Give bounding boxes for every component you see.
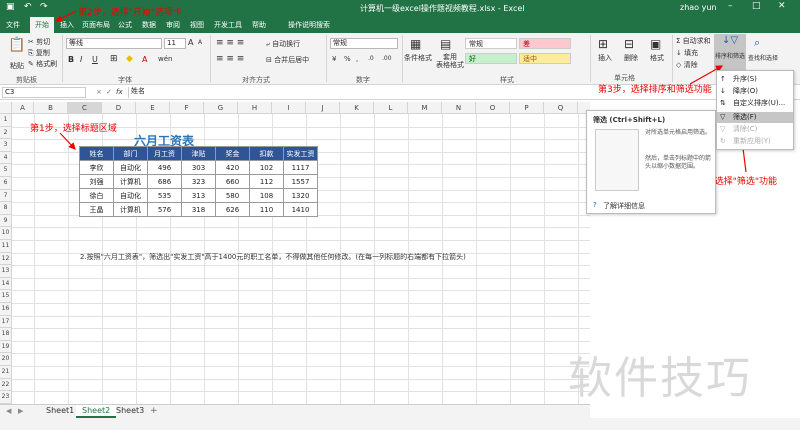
sort-asc-icon: ↑ xyxy=(720,75,726,83)
scroll-left-icon[interactable]: ◀ xyxy=(6,407,11,415)
menu-item-ascending[interactable]: ↑ 升序(S) xyxy=(717,74,793,85)
filter-tooltip: 筛选 (Ctrl+Shift+L) 对所选单元格启用筛选。 然后，单击列标题中的… xyxy=(586,110,716,214)
learn-more-link[interactable]: 了解详细信息 xyxy=(603,201,645,211)
watermark-text: 软件技巧 xyxy=(568,353,752,404)
tooltip-line2: 然后，单击列标题中的箭头以缩小数据范围。 xyxy=(645,155,712,170)
custom-sort-icon: ⇅ xyxy=(720,99,726,107)
reapply-icon: ↻ xyxy=(720,137,726,145)
filter-icon: ▽ xyxy=(720,113,726,121)
tooltip-line1: 对所选单元格启用筛选。 xyxy=(645,129,712,136)
menu-label: 自定义排序(U)... xyxy=(733,99,786,107)
status-bar xyxy=(0,418,800,430)
sort-desc-icon: ↓ xyxy=(720,87,726,95)
menu-label: 清除(C) xyxy=(733,125,758,133)
help-icon: ? xyxy=(593,201,597,209)
scroll-right-icon[interactable]: ▶ xyxy=(18,407,23,415)
menu-item-clear[interactable]: ▽ 清除(C) xyxy=(717,124,793,135)
add-sheet-button[interactable]: + xyxy=(150,406,158,416)
sheet-tab-sheet1[interactable]: Sheet1 xyxy=(40,405,80,418)
menu-label: 降序(O) xyxy=(733,87,758,95)
menu-item-filter[interactable]: ▽ 筛选(F) xyxy=(717,112,793,123)
sheet-tab-sheet3[interactable]: Sheet3 xyxy=(110,405,150,418)
menu-label: 筛选(F) xyxy=(733,113,757,121)
menu-item-descending[interactable]: ↓ 降序(O) xyxy=(717,86,793,97)
tooltip-title: 筛选 (Ctrl+Shift+L) xyxy=(593,116,666,124)
menu-label: 升序(S) xyxy=(733,75,757,83)
step2-arrow xyxy=(54,10,77,22)
clear-filter-icon: ▽ xyxy=(720,125,726,133)
menu-item-custom-sort[interactable]: ⇅ 自定义排序(U)... xyxy=(717,98,793,109)
tooltip-preview-image xyxy=(595,129,639,191)
step1-arrow xyxy=(59,132,76,150)
sheet-tab-bar: ◀ ▶ Sheet1 Sheet2 Sheet3 + xyxy=(0,404,590,418)
menu-item-reapply[interactable]: ↻ 重新应用(Y) xyxy=(717,136,793,147)
sort-filter-menu: ↑ 升序(S) ↓ 降序(O) ⇅ 自定义排序(U)... ▽ 筛选(F) ▽ 清除(C)… xyxy=(716,70,794,150)
menu-label: 重新应用(Y) xyxy=(733,137,771,145)
